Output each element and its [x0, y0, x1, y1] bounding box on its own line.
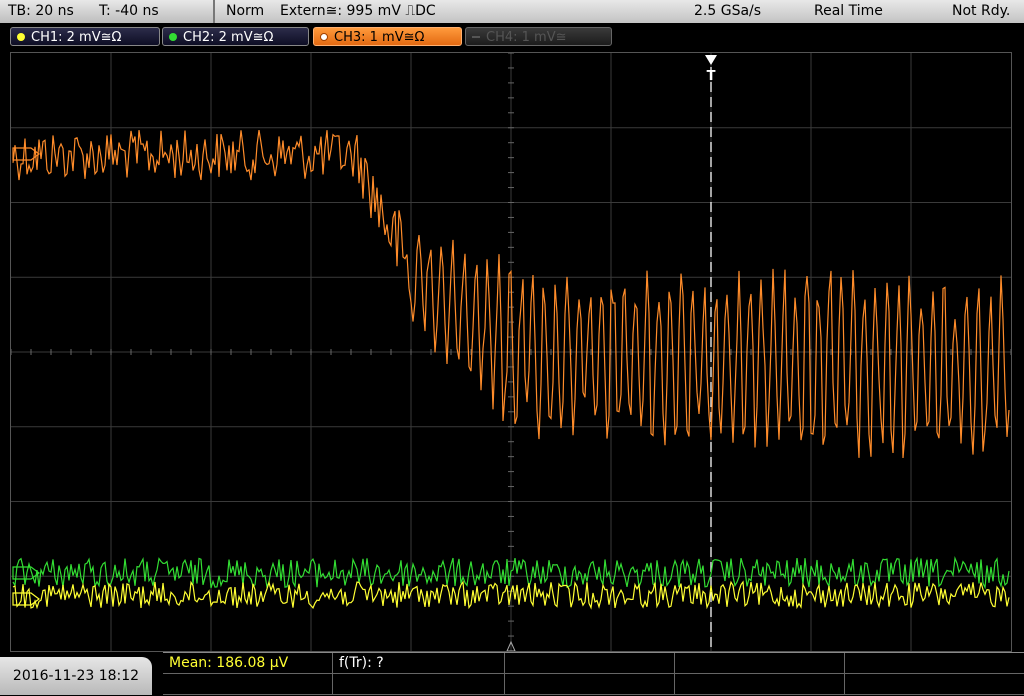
acquisition-mode: Real Time [814, 3, 883, 19]
channel-2-label: CH2: 2 mV≅Ω [183, 30, 274, 45]
channel-1-indicator-icon [17, 33, 25, 41]
trigger-mode: Norm [226, 3, 265, 19]
sample-rate: 2.5 GSa/s [694, 3, 762, 19]
measurement-cell-10[interactable] [845, 674, 1024, 695]
channel-offset-markers [12, 147, 40, 606]
bottom-bar: 2016-11-23 18:12 Mean: 186.08 µV f(Tr): … [0, 652, 1024, 695]
timebase-panel[interactable]: TB: 20 ns T: -40 ns [0, 0, 215, 23]
datetime-text: 2016-11-23 18:12 [12, 668, 140, 684]
measurement-panel[interactable]: Mean: 186.08 µV f(Tr): ? [163, 652, 1024, 696]
measurement-cell-4[interactable] [675, 653, 845, 674]
trigger-source: Extern≅: 995 mV ⎍DC [280, 3, 436, 19]
trigger-label: T [707, 69, 716, 84]
channel-3-indicator-icon [320, 33, 328, 41]
datetime-display: 2016-11-23 18:12 [0, 657, 152, 695]
channel-bar: CH1: 2 mV≅Ω CH2: 2 mV≅Ω CH3: 1 mV≅Ω CH4:… [0, 24, 1024, 50]
channel-4-button[interactable]: CH4: 1 mV≅ [465, 27, 612, 46]
measurement-cell-8[interactable] [505, 674, 675, 695]
measurement-mean: Mean: 186.08 µV [169, 655, 289, 671]
channel-1-label: CH1: 2 mV≅Ω [31, 30, 122, 45]
channel-2-indicator-icon [169, 33, 177, 41]
channel-3-button[interactable]: CH3: 1 mV≅Ω [313, 27, 462, 46]
trigger-position-readout: T: -40 ns [99, 3, 159, 19]
acquisition-status: Not Rdy. [952, 3, 1011, 19]
channel-4-label: CH4: 1 mV≅ [486, 30, 567, 45]
trigger-arrow-icon [705, 55, 717, 65]
channel-4-indicator-icon [472, 36, 480, 38]
measurement-cell-6[interactable] [163, 674, 333, 695]
channel-2-button[interactable]: CH2: 2 mV≅Ω [162, 27, 309, 46]
measurement-rise-frequency: f(Tr): ? [339, 655, 384, 671]
measurement-cell-2[interactable]: f(Tr): ? [333, 653, 505, 674]
trigger-panel[interactable]: Norm Extern≅: 995 mV ⎍DC 2.5 GSa/s Real … [215, 0, 1024, 23]
top-status-bar: TB: 20 ns T: -40 ns Norm Extern≅: 995 mV… [0, 0, 1024, 24]
timebase-readout: TB: 20 ns [8, 3, 74, 19]
measurement-cell-7[interactable] [333, 674, 505, 695]
measurement-cell-1[interactable]: Mean: 186.08 µV [163, 653, 333, 674]
measurement-cell-9[interactable] [675, 674, 845, 695]
measurement-cell-5[interactable] [845, 653, 1024, 674]
channel-1-button[interactable]: CH1: 2 mV≅Ω [10, 27, 160, 46]
waveform-display[interactable]: T [10, 52, 1012, 652]
waveform-plot: T [11, 53, 1011, 651]
measurement-cell-3[interactable] [505, 653, 675, 674]
channel-3-label: CH3: 1 mV≅Ω [334, 30, 425, 45]
